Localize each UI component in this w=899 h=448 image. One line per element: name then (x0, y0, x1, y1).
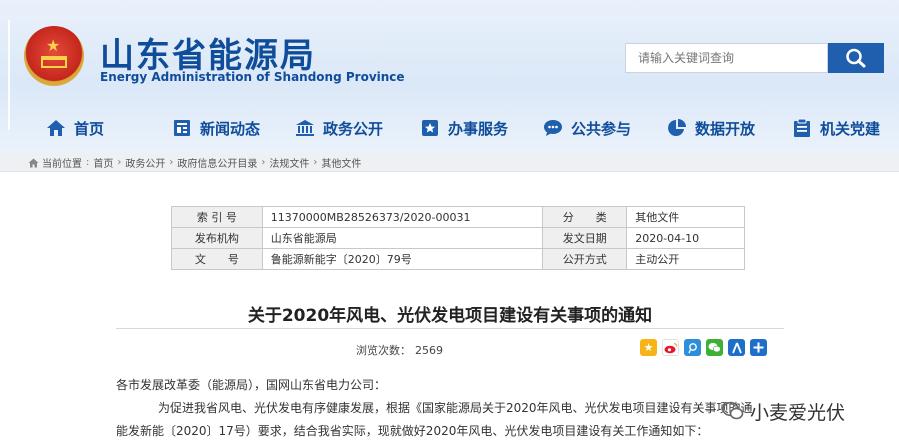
chat-bubble-icon (543, 118, 563, 138)
document-info-table: 索 引 号 11370000MB28526373/2020-00031 分 类 … (171, 206, 745, 270)
site-subtitle: Energy Administration of Shandong Provin… (100, 70, 405, 84)
article-paragraph-1-line-2: 能发新能〔2020〕17号）要求，结合我省实际，现就做好2020年风电、光伏发电… (116, 424, 709, 438)
views-value: 2569 (415, 344, 443, 357)
home-icon (46, 118, 66, 138)
location-home-icon (28, 158, 39, 167)
nav-item-open-data[interactable]: 数据开放 (667, 112, 755, 144)
more-share-icon[interactable] (750, 339, 767, 356)
wechat-icon[interactable] (706, 339, 723, 356)
index-value: 11370000MB28526373/2020-00031 (261, 206, 544, 228)
breadcrumb-item-info-catalog[interactable]: 政府信息公开目录 (177, 155, 257, 170)
national-emblem-icon: ★ (24, 26, 84, 86)
table-row: 文 号 鲁能源新能字〔2020〕79号 公开方式 主动公开 (171, 248, 745, 270)
tencent-weibo-icon[interactable] (684, 339, 701, 356)
search-icon (846, 48, 866, 68)
breadcrumb-item-home[interactable]: 首页 (93, 155, 113, 170)
weibo-icon[interactable] (662, 339, 679, 356)
search-button[interactable] (828, 43, 884, 73)
openness-value: 主动公开 (626, 248, 745, 270)
table-row: 索 引 号 11370000MB28526373/2020-00031 分 类 … (171, 206, 745, 228)
article-paragraph-1-line-1: 为促进我省风电、光伏发电有序健康发展，根据《国家能源局关于2020年风电、光伏发… (158, 401, 753, 415)
qzone-icon[interactable]: ★ (640, 339, 657, 356)
breadcrumb-item-other-documents[interactable]: 其他文件 (321, 155, 361, 170)
nav-label: 政务公开 (323, 119, 384, 138)
nav-label: 数据开放 (695, 119, 756, 138)
nav-item-public-participation[interactable]: 公共参与 (543, 112, 631, 144)
clipboard-icon (792, 118, 812, 138)
nav-item-government-affairs[interactable]: 政务公开 (295, 112, 383, 144)
watermark-text: 小麦爱光伏 (750, 401, 846, 424)
article-title: 关于2020年风电、光伏发电项目建设有关事项的通知 (247, 306, 653, 326)
nav-label: 机关党建 (820, 119, 881, 138)
wechat-watermark: 小麦爱光伏 (722, 398, 845, 424)
docno-label: 文 号 (171, 248, 263, 270)
nav-label: 首页 (74, 119, 105, 138)
date-value: 2020-04-10 (626, 227, 745, 249)
breadcrumb: 当前位置 : 首页 › 政务公开 › 政府信息公开目录 › 法规文件 › 其他文… (28, 155, 361, 170)
wechat-watermark-icon (722, 401, 744, 420)
publisher-value: 山东省能源局 (261, 227, 544, 249)
title-divider (116, 328, 784, 329)
publisher-label: 发布机构 (171, 227, 263, 249)
date-label: 发文日期 (542, 227, 628, 249)
index-label: 索 引 号 (171, 206, 263, 228)
main-nav: 首页 新闻动态 政务公开 办事服务 公共参与 数据开放 机关党建 (0, 112, 899, 144)
breadcrumb-item-government-affairs[interactable]: 政务公开 (125, 155, 165, 170)
article-recipients: 各市发展改革委（能源局），国网山东省电力公司： (116, 378, 387, 392)
nav-item-party-building[interactable]: 机关党建 (792, 112, 880, 144)
category-label: 分 类 (542, 206, 628, 228)
nav-item-home[interactable]: 首页 (46, 112, 104, 144)
nav-item-services[interactable]: 办事服务 (420, 112, 508, 144)
docno-value: 鲁能源新能字〔2020〕79号 (261, 248, 544, 270)
service-star-icon (420, 118, 440, 138)
openness-label: 公开方式 (542, 248, 628, 270)
breadcrumb-bar: 当前位置 : 首页 › 政务公开 › 政府信息公开目录 › 法规文件 › 其他文… (0, 152, 899, 172)
view-count: 浏览次数： 2569 (352, 342, 443, 358)
news-icon (172, 118, 192, 138)
breadcrumb-item-regulations[interactable]: 法规文件 (269, 155, 309, 170)
nav-label: 办事服务 (448, 119, 509, 138)
category-value: 其他文件 (626, 206, 745, 228)
nav-label: 公共参与 (571, 119, 632, 138)
search-input[interactable] (625, 43, 828, 73)
pie-chart-icon (667, 118, 687, 138)
breadcrumb-prefix: 当前位置 (42, 159, 82, 170)
table-row: 发布机构 山东省能源局 发文日期 2020-04-10 (171, 227, 745, 249)
government-building-icon (295, 118, 315, 138)
renren-icon[interactable] (728, 339, 745, 356)
site-header: ★ 山东省能源局 Energy Administration of Shando… (0, 0, 899, 152)
nav-label: 新闻动态 (200, 119, 261, 138)
nav-item-news[interactable]: 新闻动态 (172, 112, 260, 144)
views-label: 浏览次数： (356, 344, 411, 357)
share-toolbar: ★ (640, 339, 772, 356)
